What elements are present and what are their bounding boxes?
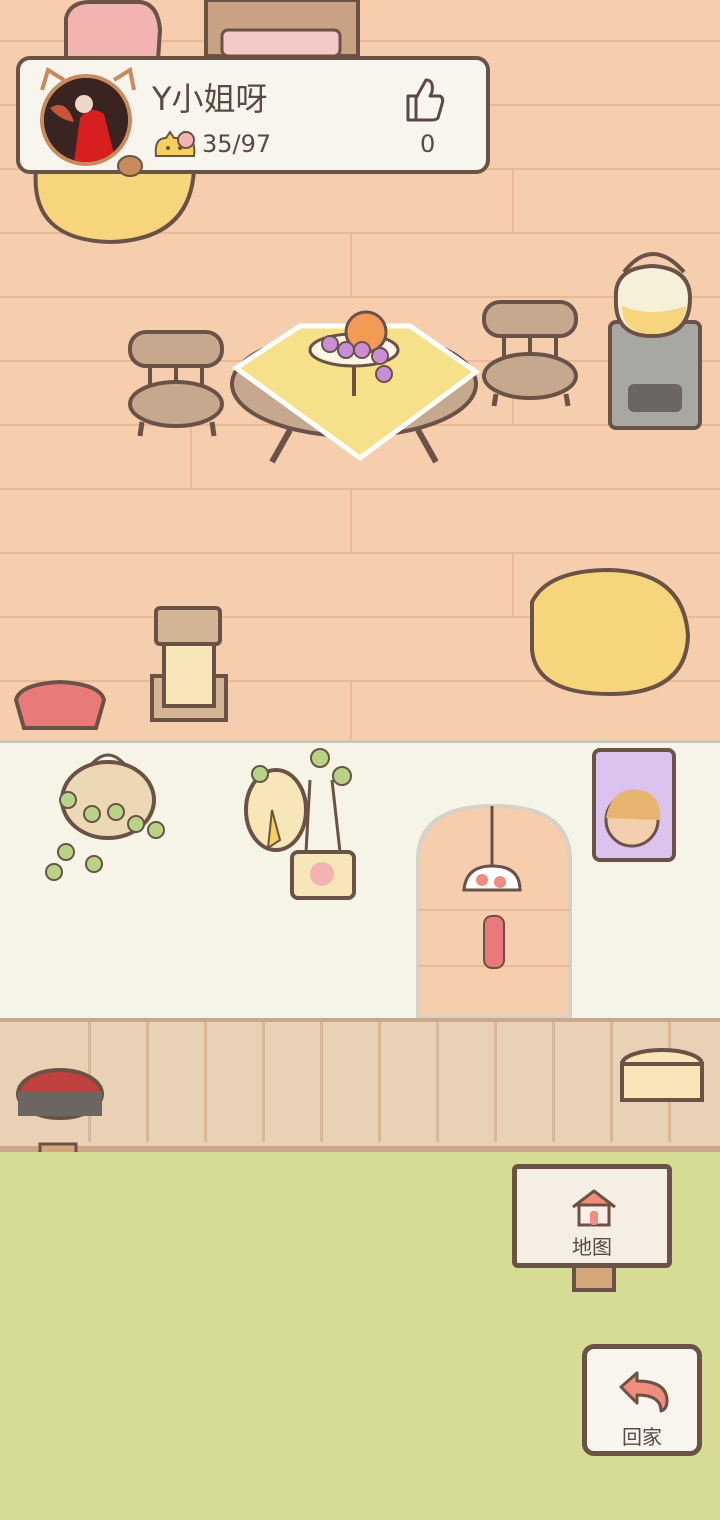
stove-with-kettle [608,252,702,430]
map-button-label: 地图 [572,1235,612,1259]
thumbs-up-icon[interactable] [402,76,446,124]
chair-left [128,330,224,437]
chair-right [482,300,578,407]
arched-doorway [416,803,572,1020]
round-table [230,310,481,464]
sign-post [572,1264,616,1292]
wall-decor [45,748,676,1020]
collection-progress: 35/97 [202,130,272,158]
straw-hat [244,748,356,900]
return-arrow-icon [619,1371,669,1413]
go-home-button[interactable]: 回家 [582,1344,702,1456]
map-button[interactable]: 地图 [512,1164,672,1268]
visitor-name: Y小姐呀 [152,80,268,118]
like-count: 0 [420,130,436,158]
cat-coin-icon [154,130,196,157]
hanging-plant [45,753,165,881]
go-home-label: 回家 [622,1425,662,1449]
idol-poster [592,748,676,862]
scratching-post [150,606,228,722]
house-icon [572,1189,616,1227]
avatar-cat-frame [40,66,143,177]
